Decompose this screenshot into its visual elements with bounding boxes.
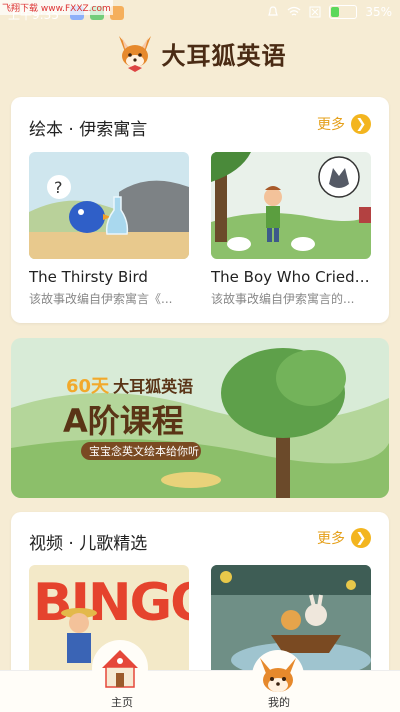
svg-text:?: ? [54, 178, 63, 197]
picture-books-card: 绘本 · 伊索寓言 更多 ❯ ? The Thirsty Bird 该故事改编自… [11, 97, 389, 323]
app-title: 大耳狐英语 [161, 41, 287, 70]
fox-icon [118, 36, 151, 72]
banner-days: 60天 [66, 376, 110, 397]
battery-icon [329, 5, 358, 19]
videos-card: 视频 · 儿歌精选 更多 ❯ BINGO [11, 512, 389, 682]
section-title-picture-books: 绘本 · 伊索寓言 [29, 120, 148, 140]
battery-percent: 35% [365, 5, 392, 19]
more-videos-button[interactable]: 更多 ❯ [317, 528, 371, 548]
book-title[interactable]: The Thirsty Bird [29, 268, 189, 286]
course-banner[interactable]: 60天 大耳狐英语 A阶课程 宝宝念英文绘本给你听 [11, 338, 389, 498]
section-title-videos: 视频 · 儿歌精选 [29, 534, 148, 554]
watermark: 飞翔下载 www.FXXZ.com [0, 0, 113, 15]
book-thumbnail-thirsty-bird[interactable]: ? [29, 152, 189, 259]
video-thumb-text: BINGO [33, 573, 189, 633]
book-description: 该故事改编自伊索寓言的... [211, 292, 355, 306]
house-icon [102, 650, 138, 688]
banner-subtitle: 宝宝念英文绘本给你听 [89, 445, 199, 458]
more-label: 更多 [317, 117, 345, 133]
banner-headline: 60天 大耳狐英语 [66, 372, 193, 398]
no-sim-icon [309, 6, 321, 18]
chevron-right-icon: ❯ [351, 114, 371, 134]
app-header: 大耳狐英语 [0, 28, 400, 78]
chevron-right-icon: ❯ [351, 528, 371, 548]
more-picture-books-button[interactable]: 更多 ❯ [317, 114, 371, 134]
tab-mine-label[interactable]: 我的 [268, 694, 290, 710]
more-label: 更多 [317, 531, 345, 547]
boy-who-cried-illustration [211, 152, 371, 259]
book-description: 该故事改编自伊索寓言《... [29, 292, 173, 306]
book-title[interactable]: The Boy Who Cried ... [211, 268, 371, 286]
wifi-icon [287, 6, 301, 16]
banner-brand: 大耳狐英语 [113, 377, 194, 396]
tab-bar [0, 670, 400, 712]
tab-home-label[interactable]: 主页 [111, 694, 133, 710]
book-thumbnail-boy-who-cried[interactable] [211, 152, 371, 259]
tab-home[interactable] [92, 640, 148, 696]
bell-icon [268, 6, 279, 16]
thirsty-bird-illustration: ? [29, 152, 189, 259]
banner-course-name: A阶课程 [63, 402, 184, 440]
